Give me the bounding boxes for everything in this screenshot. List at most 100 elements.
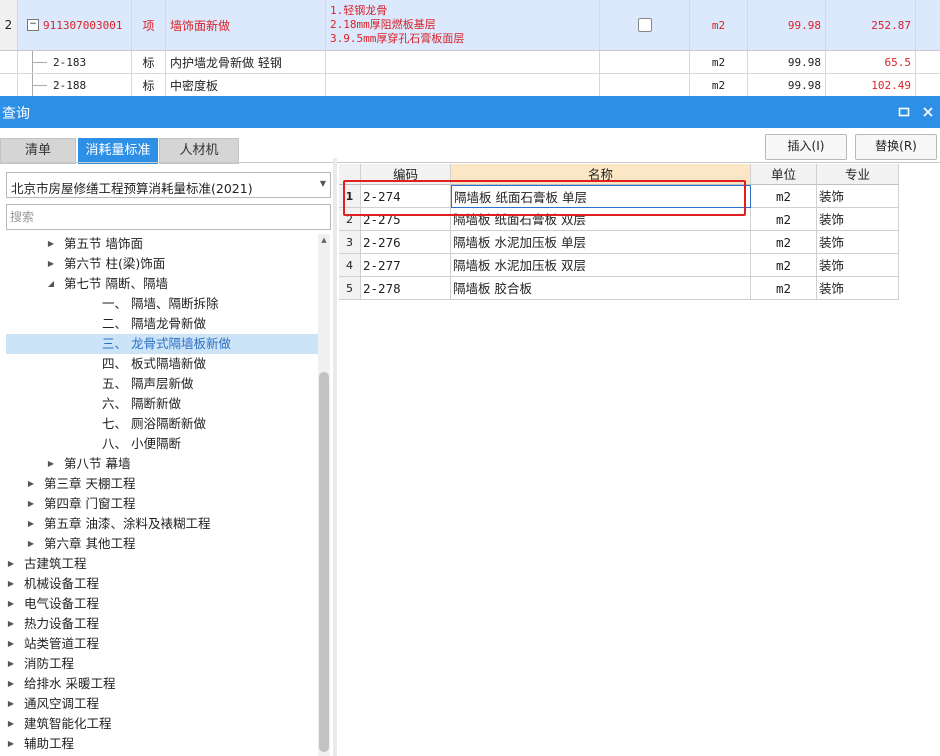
scrollbar-thumb[interactable] [319,372,329,752]
item-unit: m2 [690,0,748,50]
tree-node[interactable]: ▶ 热力设备工程 [6,614,318,634]
tree-node[interactable]: ◢ 第七节 隔断、隔墙 [6,274,318,294]
tab-consumption-standard[interactable]: 消耗量标准 [78,138,158,164]
close-icon[interactable] [920,104,936,120]
tree-node[interactable]: ▶ 通风空调工程 [6,694,318,714]
tree-node[interactable]: 三、 龙骨式隔墙板新做 [6,334,318,354]
standard-select[interactable]: 北京市房屋修缮工程预算消耗量标准(2021) ▼ [6,172,331,198]
tree-node[interactable]: 五、 隔声层新做 [6,374,318,394]
collapse-icon[interactable]: − [27,19,39,31]
cell-code[interactable]: 2-277 [361,254,451,277]
tree-node-label: 一、 隔墙、隔断拆除 [102,296,219,311]
search-input[interactable]: 搜索 [6,204,331,230]
tree-node[interactable]: 四、 板式隔墙新做 [6,354,318,374]
cell-unit[interactable]: m2 [751,208,817,231]
collapsed-arrow-icon[interactable]: ▶ [6,634,16,654]
tree-node[interactable]: ▶ 机械设备工程 [6,574,318,594]
background-estimate-grid: 2 − 911307003001 项 墙饰面新做 1.轻钢龙骨 2.18mm厚阻… [0,0,940,96]
row-number[interactable]: 4 [339,254,361,277]
collapsed-arrow-icon[interactable]: ▶ [26,494,36,514]
collapsed-arrow-icon[interactable]: ▶ [6,694,16,714]
tree-node-label: 六、 隔断新做 [102,396,181,411]
tree-scrollbar[interactable]: ▲ [318,234,330,756]
tree-node[interactable]: ▶ 给排水 采暖工程 [6,674,318,694]
tab-bill[interactable]: 清单 [0,138,76,164]
cell-major[interactable]: 装饰 [817,231,899,254]
insert-button[interactable]: 插入(I) [765,134,847,160]
collapsed-arrow-icon[interactable]: ▶ [46,234,56,254]
tree-node[interactable]: ▶ 站类管道工程 [6,634,318,654]
tab-labor-material-machine[interactable]: 人材机 [159,138,239,164]
collapsed-arrow-icon[interactable]: ▶ [6,674,16,694]
collapsed-arrow-icon[interactable]: ▶ [6,654,16,674]
row-number[interactable]: 5 [339,277,361,300]
maximize-icon[interactable] [896,104,912,120]
checkbox[interactable] [637,18,652,32]
sub-item-quantity: 99.98 [748,51,826,73]
cell-major[interactable]: 装饰 [817,254,899,277]
tree-node[interactable]: 六、 隔断新做 [6,394,318,414]
cell-major[interactable]: 装饰 [817,185,899,208]
collapsed-arrow-icon[interactable]: ▶ [6,594,16,614]
collapsed-arrow-icon[interactable]: ▶ [26,514,36,534]
table-row[interactable]: 2-188 标 中密度板 m2 99.98 102.49 [0,74,940,96]
sub-item-code: 2-188 [53,78,87,92]
tree-node[interactable]: ▶ 第四章 门窗工程 [6,494,318,514]
item-code: 911307003001 [43,18,123,32]
tree-node[interactable]: ▶ 第八节 幕墙 [6,454,318,474]
panel-splitter[interactable] [333,158,337,756]
tree-node[interactable]: 八、 小便隔断 [6,434,318,454]
scroll-up-icon[interactable]: ▲ [318,234,330,246]
tree-node-label: 建筑智能化工程 [24,716,112,731]
sub-item-unit: m2 [690,51,748,73]
tree-node[interactable]: ▶ 电气设备工程 [6,594,318,614]
tree-node[interactable]: ▶ 第六节 柱(梁)饰面 [6,254,318,274]
table-row[interactable]: 2-183 标 内护墙龙骨新做 轻钢 m2 99.98 65.5 [0,51,940,74]
collapsed-arrow-icon[interactable]: ▶ [6,714,16,734]
collapsed-arrow-icon[interactable]: ▶ [6,554,16,574]
cell-unit[interactable]: m2 [751,231,817,254]
tree-node[interactable]: ▶ 古建筑工程 [6,554,318,574]
tree-node[interactable]: 一、 隔墙、隔断拆除 [6,294,318,314]
table-row[interactable]: 2 − 911307003001 项 墙饰面新做 1.轻钢龙骨 2.18mm厚阻… [0,0,940,51]
dialog-titlebar[interactable]: 查询 [0,96,940,128]
collapsed-arrow-icon[interactable]: ▶ [6,734,16,754]
collapsed-arrow-icon[interactable]: ▶ [26,474,36,494]
cell-major[interactable]: 装饰 [817,277,899,300]
cell-unit[interactable]: m2 [751,185,817,208]
tree-node[interactable]: ▶ 消防工程 [6,654,318,674]
replace-button[interactable]: 替换(R) [855,134,937,160]
expanded-arrow-icon[interactable]: ◢ [46,274,56,294]
tree-node[interactable]: ▶ 第六章 其他工程 [6,534,318,554]
collapsed-arrow-icon[interactable]: ▶ [6,614,16,634]
row-number[interactable]: 3 [339,231,361,254]
sub-item-code: 2-183 [53,55,87,69]
cell-name[interactable]: 隔墙板 水泥加压板 单层 [451,231,751,254]
cell-unit[interactable]: m2 [751,254,817,277]
tree-node[interactable]: 七、 厕浴隔断新做 [6,414,318,434]
tree-node[interactable]: 二、 隔墙龙骨新做 [6,314,318,334]
tree-node-label: 电气设备工程 [24,596,100,611]
tree-node[interactable]: ▶ 辅助工程 [6,734,318,754]
sub-item-type: 标 [132,74,166,96]
tree-node-label: 五、 隔声层新做 [102,376,194,391]
cell-name[interactable]: 隔墙板 水泥加压板 双层 [451,254,751,277]
collapsed-arrow-icon[interactable]: ▶ [6,574,16,594]
tree-node[interactable]: ▶ 第五节 墙饰面 [6,234,318,254]
tree-node[interactable]: ▶ 第五章 油漆、涂料及裱糊工程 [6,514,318,534]
standard-select-value: 北京市房屋修缮工程预算消耗量标准(2021) [11,181,253,196]
collapsed-arrow-icon[interactable]: ▶ [46,454,56,474]
tree-node-label: 第三章 天棚工程 [44,476,136,491]
cell-code[interactable]: 2-276 [361,231,451,254]
cell-name[interactable]: 隔墙板 胶合板 [451,277,751,300]
chevron-down-icon: ▼ [319,179,326,188]
cell-code[interactable]: 2-278 [361,277,451,300]
cell-major[interactable]: 装饰 [817,208,899,231]
collapsed-arrow-icon[interactable]: ▶ [46,254,56,274]
header-unit[interactable]: 单位 [751,164,817,185]
collapsed-arrow-icon[interactable]: ▶ [26,534,36,554]
tree-node[interactable]: ▶ 第三章 天棚工程 [6,474,318,494]
header-major[interactable]: 专业 [817,164,899,185]
tree-node[interactable]: ▶ 建筑智能化工程 [6,714,318,734]
cell-unit[interactable]: m2 [751,277,817,300]
